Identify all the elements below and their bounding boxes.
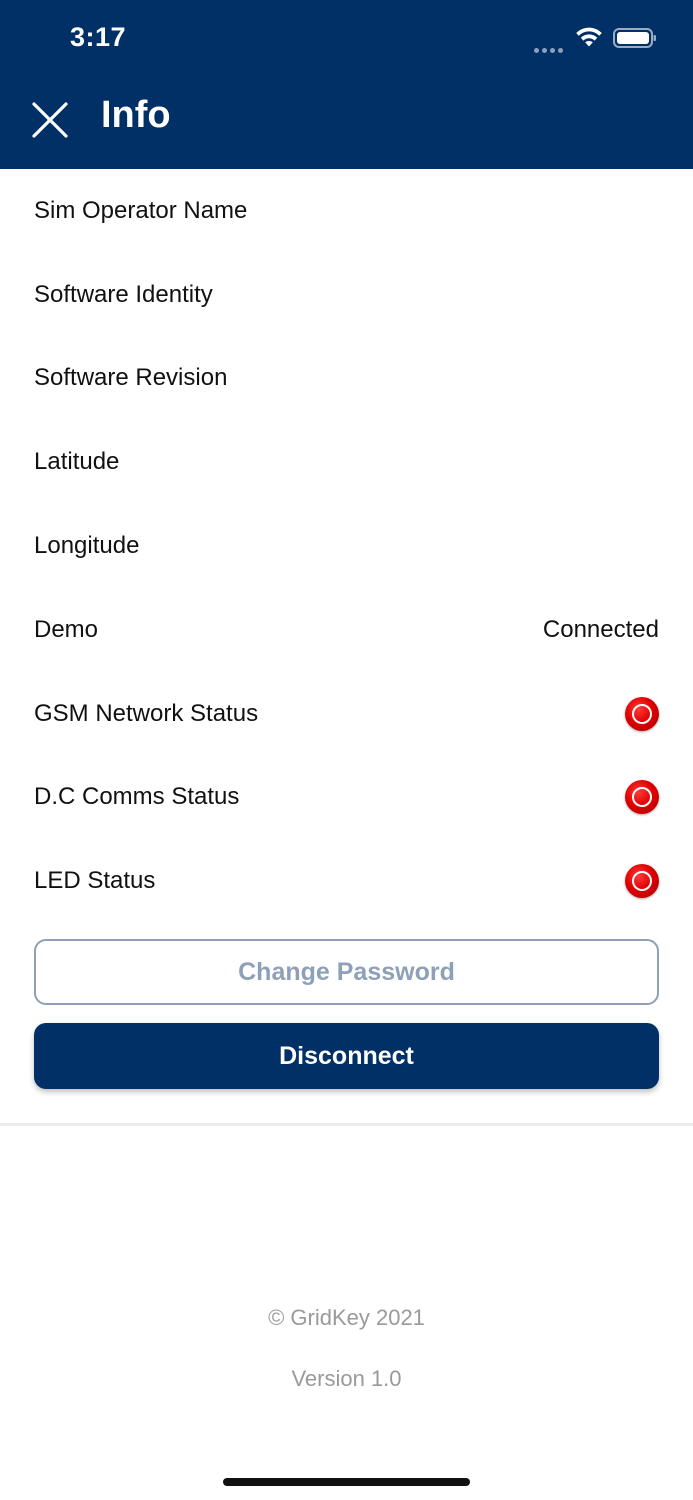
info-row-software-identity: Software Identity — [0, 253, 693, 337]
info-row-led-status: LED Status — [0, 839, 693, 923]
red-status-icon — [625, 696, 659, 731]
info-list: Sim Operator Name Software Identity Soft… — [0, 169, 693, 923]
row-label: GSM Network Status — [34, 699, 259, 727]
close-icon — [32, 102, 68, 138]
cellular-signal-icon — [534, 40, 568, 53]
home-indicator[interactable] — [223, 1478, 470, 1486]
connection-status-value: Connected — [542, 615, 659, 643]
footer-copyright: © GridKey 2021 — [268, 1305, 425, 1330]
info-row-gsm-network-status: GSM Network Status — [0, 672, 693, 756]
change-password-button[interactable]: Change Password — [34, 939, 659, 1005]
info-row-dc-comms-status: D.C Comms Status — [0, 756, 693, 840]
red-status-icon — [625, 780, 659, 815]
wifi-icon — [576, 27, 602, 47]
info-row-longitude: Longitude — [0, 504, 693, 588]
info-row-demo: Demo Connected — [0, 588, 693, 672]
row-label: Longitude — [34, 532, 140, 560]
divider — [0, 1123, 693, 1126]
row-label: Demo — [34, 615, 99, 643]
close-button[interactable] — [26, 96, 74, 144]
battery-icon — [613, 28, 656, 48]
footer-version: Version 1.0 — [291, 1366, 402, 1391]
row-label: Software Identity — [34, 280, 213, 308]
info-row-latitude: Latitude — [0, 420, 693, 504]
row-label: Latitude — [34, 448, 120, 476]
page-title: Info — [101, 94, 171, 136]
app-header: 3:17 Info — [0, 0, 693, 169]
row-label: D.C Comms Status — [34, 783, 240, 811]
disconnect-button[interactable]: Disconnect — [34, 1023, 659, 1089]
row-label: Sim Operator Name — [34, 196, 248, 224]
red-status-icon — [625, 864, 659, 899]
row-label: LED Status — [34, 867, 156, 895]
status-bar-time: 3:17 — [70, 22, 127, 52]
info-row-sim-operator-name: Sim Operator Name — [0, 169, 693, 253]
row-label: Software Revision — [34, 364, 228, 392]
info-row-software-revision: Software Revision — [0, 337, 693, 421]
